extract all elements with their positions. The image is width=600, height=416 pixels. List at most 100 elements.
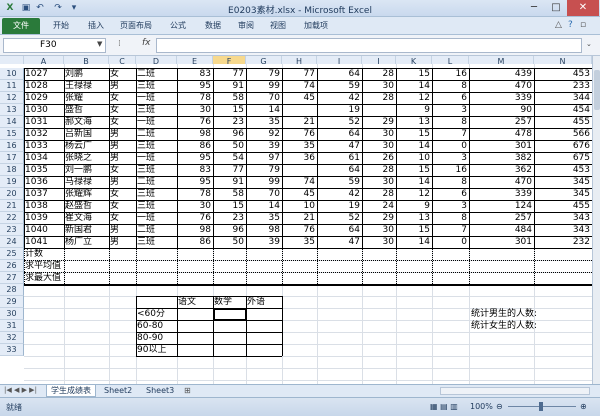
table-cell[interactable]: 79 [246,68,282,80]
formula-input[interactable] [156,38,582,53]
tab-review[interactable]: 审阅 [238,20,254,31]
table-cell[interactable]: 91 [213,176,246,188]
table-cell[interactable]: 1030 [24,104,64,116]
table-cell[interactable] [362,104,396,116]
table-cell[interactable]: 12 [396,92,432,104]
table-cell[interactable]: 70 [246,188,282,200]
table-cell[interactable]: 124 [469,200,534,212]
table-cell[interactable]: 675 [534,152,592,164]
row-header[interactable]: 30 [0,308,24,320]
table-cell[interactable]: 478 [469,128,534,140]
normal-view-icon[interactable]: ▦ ▤ ▥ [430,402,458,411]
table-cell[interactable]: 50 [213,236,246,248]
table-cell[interactable]: 15 [396,224,432,236]
table-cell[interactable]: 343 [534,212,592,224]
table-cell[interactable]: 三班 [136,104,177,116]
table-cell[interactable]: 28 [362,164,396,176]
table-cell[interactable]: 30 [362,80,396,92]
row-header[interactable]: 23 [0,224,24,236]
table-cell[interactable]: 0 [432,236,469,248]
table-cell[interactable]: 91 [213,80,246,92]
table-cell[interactable]: 1032 [24,128,64,140]
workbook-restore-icon[interactable]: ▫ [580,20,586,30]
table-cell[interactable]: 崔文海 [64,212,109,224]
table-cell[interactable]: 14 [246,104,282,116]
table-cell[interactable]: 1039 [24,212,64,224]
table-cell[interactable]: 59 [317,176,362,188]
table-cell[interactable]: 83 [177,68,213,80]
table-cell[interactable]: 58 [213,92,246,104]
table-cell[interactable]: 女 [109,200,136,212]
table-cell[interactable]: 30 [362,128,396,140]
table-cell[interactable]: 三班 [136,80,177,92]
table-cell[interactable]: 439 [469,68,534,80]
table-cell[interactable]: 76 [282,224,317,236]
table-cell[interactable]: 13 [396,116,432,128]
table-cell[interactable]: 男 [109,128,136,140]
table-cell[interactable]: 50 [213,140,246,152]
table-cell[interactable]: 64 [317,68,362,80]
table-cell[interactable]: 455 [534,200,592,212]
table-cell[interactable]: 95 [177,80,213,92]
table-cell[interactable]: 77 [282,68,317,80]
table-cell[interactable]: 三班 [136,140,177,152]
table-cell[interactable]: 24 [362,200,396,212]
table-cell[interactable]: 3 [432,152,469,164]
table-cell[interactable]: 男 [109,80,136,92]
table-cell[interactable]: 52 [317,212,362,224]
table-cell[interactable]: 1041 [24,236,64,248]
table-cell[interactable]: 78 [177,188,213,200]
table-cell[interactable]: 3 [432,104,469,116]
first-sheet-icon[interactable]: |◀ ◀ ▶ ▶| [4,386,37,394]
table-cell[interactable]: 男 [109,236,136,248]
table-cell[interactable]: 赵盛哲 [64,200,109,212]
table-cell[interactable]: 78 [177,92,213,104]
table-cell[interactable]: 30 [362,224,396,236]
table-cell[interactable]: 453 [534,68,592,80]
table-cell[interactable]: 47 [317,140,362,152]
row-header[interactable]: 28 [0,284,24,296]
table-cell[interactable]: 64 [317,128,362,140]
table-cell[interactable]: 1036 [24,176,64,188]
table-cell[interactable]: 35 [246,116,282,128]
table-cell[interactable] [282,164,317,176]
table-cell[interactable]: 1034 [24,152,64,164]
table-cell[interactable]: 233 [534,80,592,92]
table-cell[interactable]: 女 [109,92,136,104]
table-cell[interactable]: 97 [246,152,282,164]
table-cell[interactable]: 9 [396,104,432,116]
sheet-tab-active[interactable]: 学生成绩表 [46,385,96,397]
table-cell[interactable]: 1031 [24,116,64,128]
table-cell[interactable]: 453 [534,164,592,176]
table-cell[interactable]: 79 [246,164,282,176]
table-cell[interactable]: 42 [317,92,362,104]
table-cell[interactable]: 98 [246,224,282,236]
table-cell[interactable]: 30 [177,104,213,116]
tab-view[interactable]: 视图 [270,20,286,31]
row-header[interactable]: 17 [0,152,24,164]
table-cell[interactable]: 70 [246,92,282,104]
zoom-level[interactable]: 100% [470,402,493,411]
table-cell[interactable]: 339 [469,92,534,104]
cancel-icon[interactable]: ⁞ [118,39,121,49]
table-cell[interactable]: 98 [177,224,213,236]
table-cell[interactable]: 7 [432,128,469,140]
table-cell[interactable]: 39 [246,236,282,248]
row-header[interactable]: 16 [0,140,24,152]
table-cell[interactable]: 470 [469,80,534,92]
row-header[interactable]: 11 [0,80,24,92]
table-cell[interactable]: 14 [246,200,282,212]
table-cell[interactable]: 676 [534,140,592,152]
table-cell[interactable]: 76 [177,212,213,224]
table-cell[interactable]: 女 [109,188,136,200]
table-cell[interactable]: 盛哲 [64,104,109,116]
table-cell[interactable]: 232 [534,236,592,248]
row-header[interactable]: 10 [0,68,24,80]
table-cell[interactable]: 29 [362,116,396,128]
table-cell[interactable]: 30 [177,200,213,212]
table-cell[interactable]: 7 [432,224,469,236]
row-header[interactable]: 24 [0,236,24,248]
table-cell[interactable]: 29 [362,212,396,224]
table-cell[interactable]: 28 [362,68,396,80]
stats-band[interactable]: 80-90 [136,332,177,344]
